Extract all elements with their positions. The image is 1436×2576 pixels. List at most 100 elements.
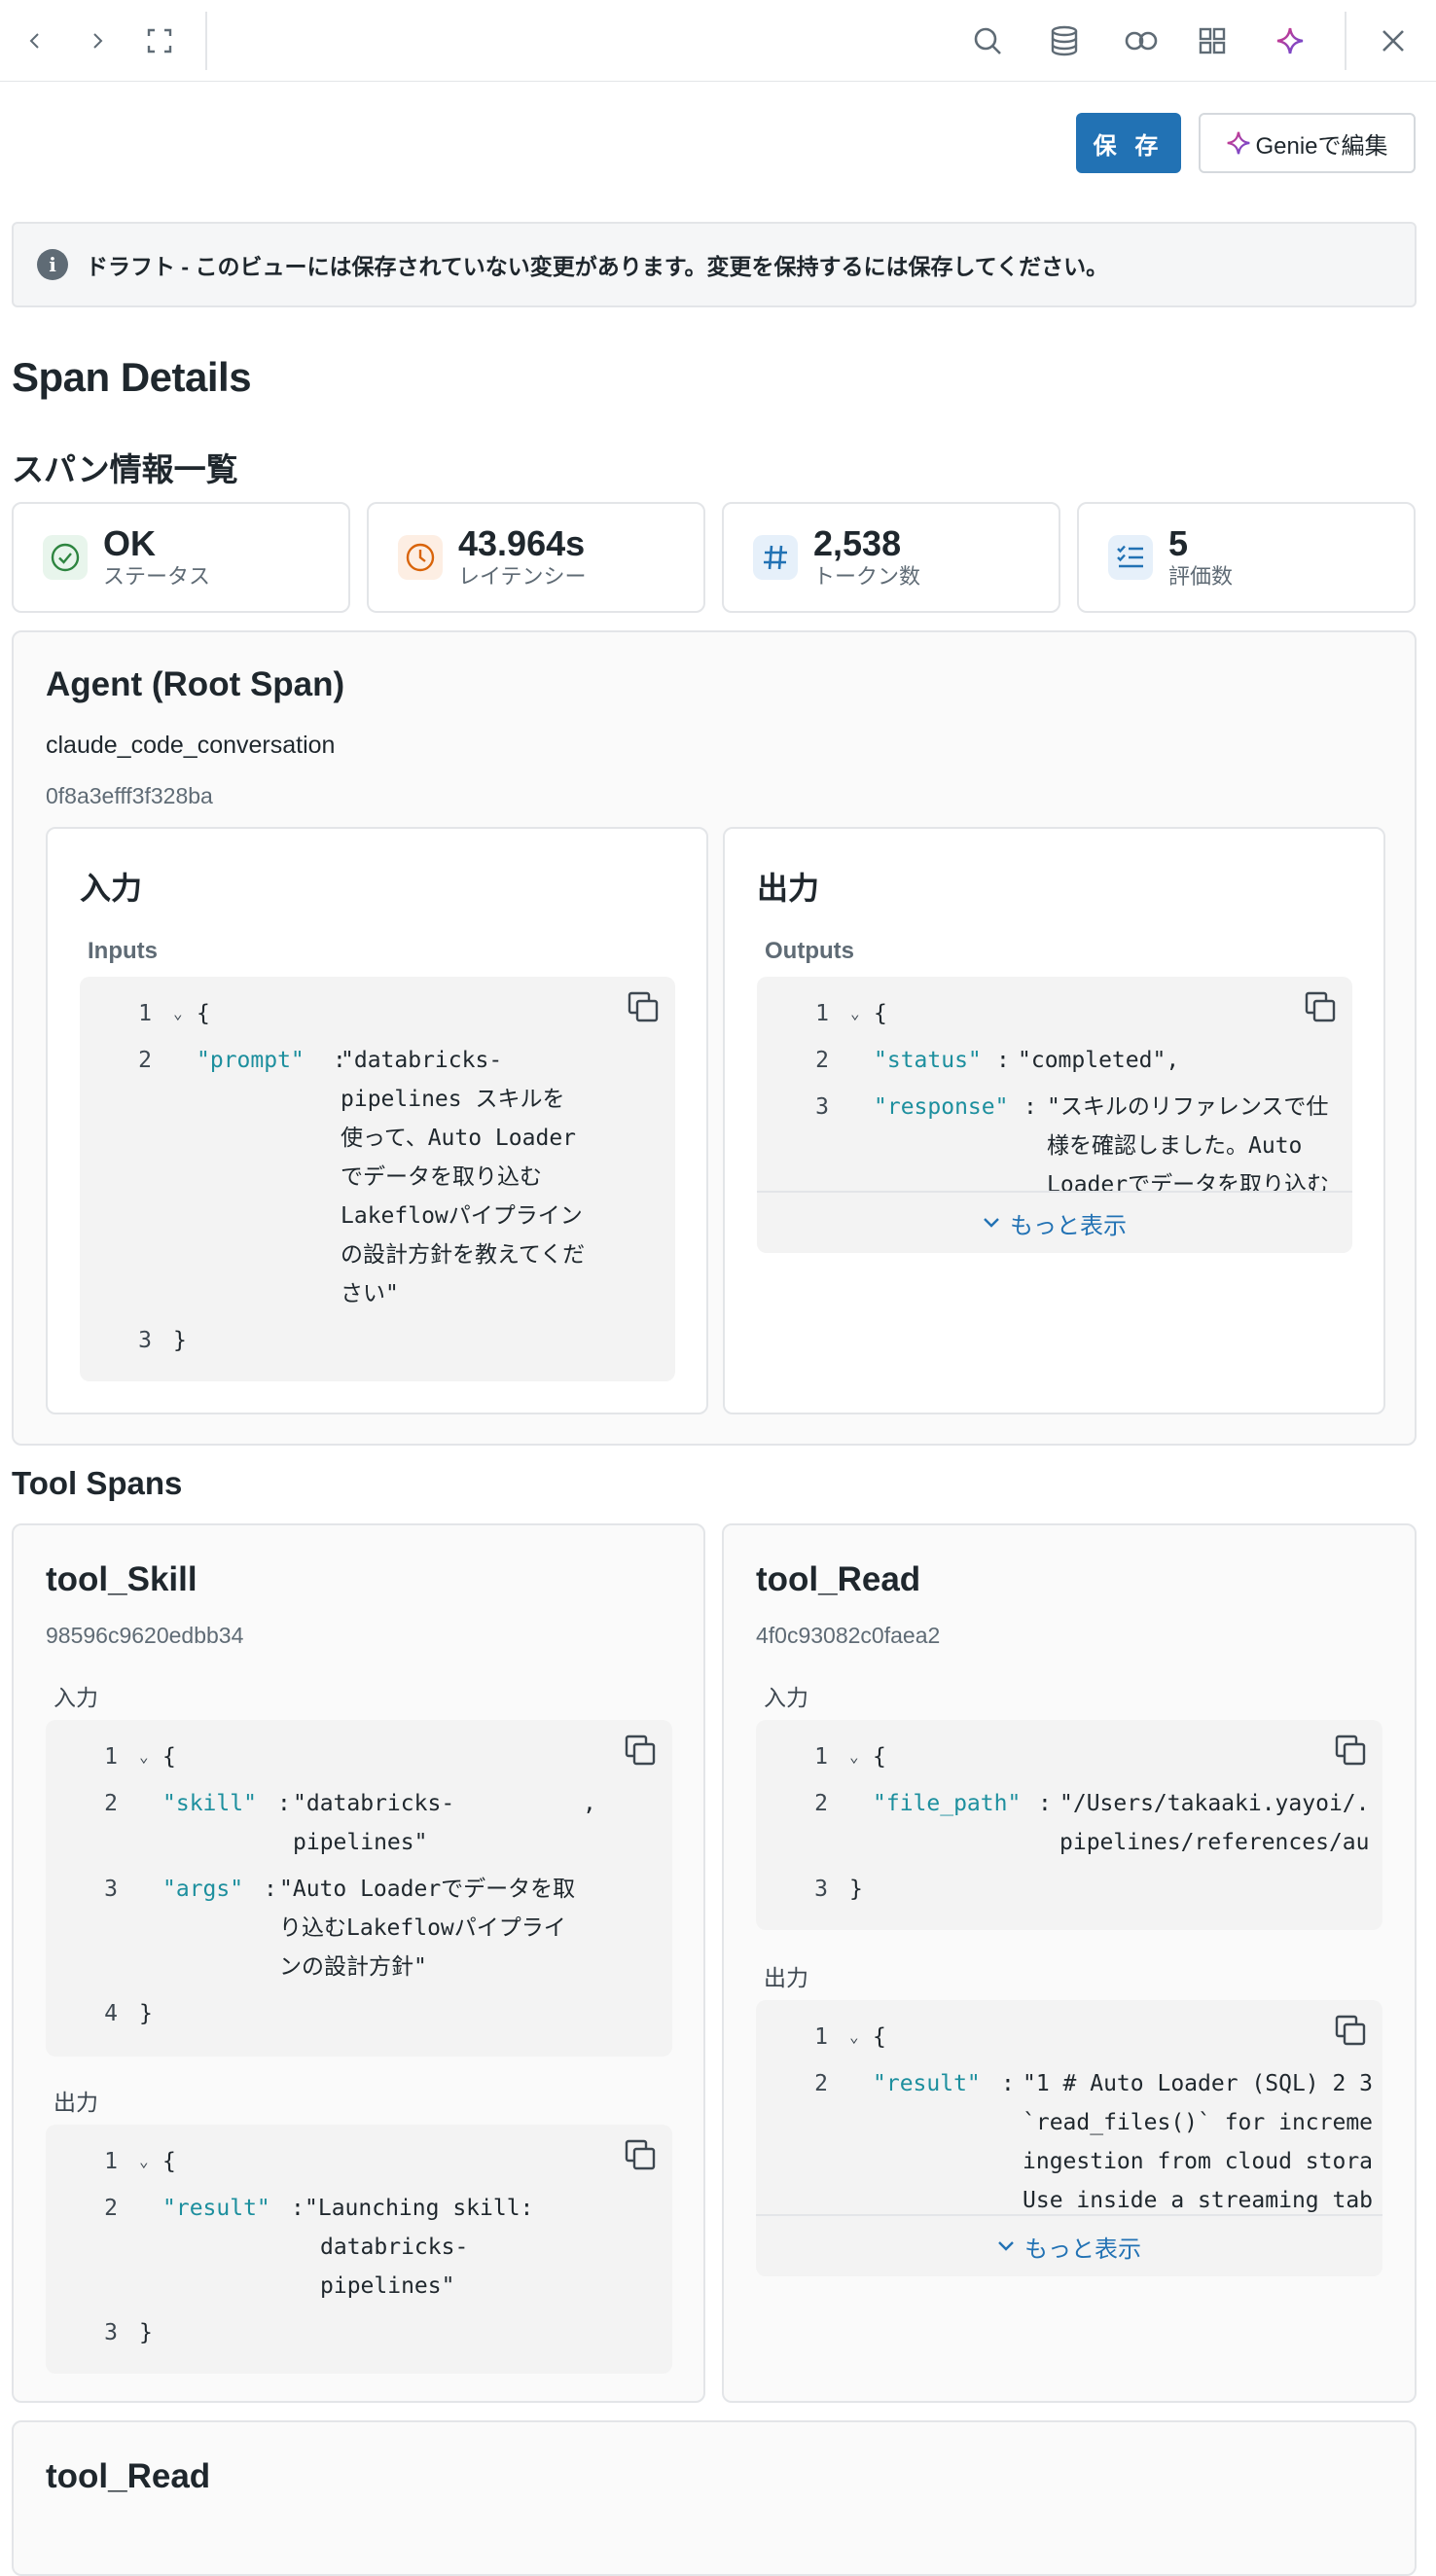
- stat-label: トークン数: [813, 564, 921, 589]
- stat-card-tokens: 2,538 トークン数: [722, 502, 1060, 613]
- chevron-down-icon[interactable]: ⌄: [173, 994, 183, 1033]
- tool-span-id: 4f0c93082c0faea2: [756, 1623, 941, 1648]
- chevron-down-icon: [998, 2241, 1014, 2251]
- line-number: 1: [815, 1001, 829, 1026]
- code-value: でデータを取り込む: [341, 1164, 542, 1190]
- tool-span-card: tool_Read: [12, 2420, 1417, 2576]
- code-block[interactable]: 1 ⌄{ 2 "prompt": "databricks- pipelines スキ…: [80, 977, 675, 1381]
- expand-icon[interactable]: [132, 14, 187, 68]
- code-colon: :: [277, 1791, 291, 1816]
- sparkle-icon[interactable]: [1263, 14, 1317, 68]
- code-block[interactable]: 1 ⌄ { 2 "result": "Launching skill: databri…: [46, 2125, 672, 2374]
- code-block[interactable]: 1 ⌄{ 2 "status": "completed", 3 "response": …: [757, 977, 1352, 1253]
- save-button-label: 保 存: [1093, 132, 1165, 160]
- code-value: "databricks-: [293, 1791, 455, 1816]
- grid-icon[interactable]: [1185, 14, 1239, 68]
- code-key: "file_path": [873, 1791, 1022, 1816]
- edit-with-genie-button[interactable]: Genieで編集: [1199, 113, 1416, 173]
- database-icon[interactable]: [1037, 14, 1092, 68]
- line-number: 2: [814, 1791, 828, 1816]
- chevron-down-icon[interactable]: ⌄: [139, 2142, 149, 2181]
- tool-span-output-label: 出力: [764, 1965, 808, 1990]
- code-value: pipelines/references/au: [1059, 1830, 1370, 1855]
- code-value: ンの設計方針": [279, 1954, 427, 1980]
- copy-icon[interactable]: [624, 2138, 657, 2171]
- root-span-name: claude_code_conversation: [46, 732, 336, 759]
- chevron-down-icon[interactable]: ⌄: [849, 1737, 859, 1776]
- copy-icon[interactable]: [624, 1734, 657, 1767]
- line-number: 4: [104, 2001, 118, 2026]
- code-key: "skill": [162, 1791, 257, 1816]
- line-number: 1: [104, 2149, 118, 2174]
- code-text: {: [162, 1744, 176, 1770]
- root-output-title: 出力: [757, 871, 820, 906]
- chevron-down-icon[interactable]: ⌄: [139, 1737, 149, 1776]
- root-input-title: 入力: [80, 871, 143, 906]
- line-number: 1: [814, 2024, 828, 2050]
- line-number: 1: [104, 1744, 118, 1770]
- chevron-right-icon[interactable]: [70, 14, 125, 68]
- tool-span-id: 98596c9620edbb34: [46, 1623, 244, 1648]
- toolbar-divider: [205, 12, 207, 70]
- code-text: {: [162, 2149, 176, 2174]
- code-colon: :: [996, 1048, 1010, 1073]
- stat-label: ステータス: [103, 564, 211, 589]
- search-icon[interactable]: [960, 14, 1015, 68]
- code-colon: :: [264, 1877, 277, 1902]
- top-toolbar: [0, 0, 1436, 82]
- code-value: pipelines": [320, 2273, 455, 2299]
- code-colon: :: [1023, 1094, 1037, 1120]
- root-output-label: Outputs: [765, 938, 854, 964]
- show-more-button[interactable]: もっと表示: [757, 1191, 1352, 1253]
- code-block[interactable]: 1 ⌄{ 2 "skill": "databricks- , pipelines" …: [46, 1720, 672, 2057]
- line-number: 2: [815, 1048, 829, 1073]
- stat-card-latency: 43.964s レイテンシー: [367, 502, 705, 613]
- code-value: "スキルのリファレンスで仕: [1047, 1094, 1329, 1120]
- chevron-down-icon[interactable]: ⌄: [849, 2018, 859, 2057]
- info-icon: i: [37, 249, 68, 280]
- code-key: "result": [873, 2071, 981, 2096]
- root-input-label: Inputs: [88, 938, 158, 964]
- code-text: {: [873, 1744, 886, 1770]
- clock-icon: [398, 535, 443, 580]
- copy-icon[interactable]: [1304, 990, 1337, 1023]
- code-text: ,: [583, 1791, 596, 1816]
- code-colon: :: [1038, 1791, 1052, 1816]
- show-more-label: もっと表示: [1010, 1212, 1127, 1239]
- summary-heading: スパン情報一覧: [12, 451, 238, 487]
- root-input-panel: 入力 Inputs 1 ⌄{ 2 "prompt": "databricks- pi…: [46, 827, 708, 1414]
- code-block[interactable]: 1 ⌄ { 2 "file_path": "/Users/takaaki.yayoi/…: [756, 1720, 1382, 1930]
- copy-icon[interactable]: [1334, 1734, 1367, 1767]
- code-value: "1 # Auto Loader (SQL) 2 3: [1023, 2071, 1374, 2096]
- code-key: "args": [162, 1877, 244, 1902]
- chevron-down-icon[interactable]: ⌄: [850, 994, 860, 1033]
- code-text: {: [197, 1001, 210, 1026]
- line-number: 2: [138, 1048, 152, 1073]
- root-span-title: Agent (Root Span): [46, 665, 345, 703]
- code-value: "Auto Loaderでデータを取: [279, 1877, 576, 1902]
- code-text: }: [173, 1328, 187, 1353]
- close-icon[interactable]: [1366, 14, 1420, 68]
- code-value: pipelines": [293, 1830, 428, 1855]
- code-block[interactable]: 1 ⌄ { 2 "result": "1 # Auto Loader (SQL) 2 …: [756, 2000, 1382, 2276]
- copy-icon[interactable]: [1334, 2014, 1367, 2047]
- show-more-button[interactable]: もっと表示: [756, 2214, 1382, 2276]
- draft-banner-text: ドラフト - このビューには保存されていない変更があります。変更を保持するには保…: [86, 254, 1109, 279]
- stat-value: 43.964s: [458, 523, 586, 563]
- link-icon[interactable]: [1114, 14, 1168, 68]
- tool-span-title: tool_Skill: [46, 1560, 197, 1598]
- line-number: 2: [104, 2196, 118, 2221]
- line-number: 3: [138, 1328, 152, 1353]
- copy-icon[interactable]: [627, 990, 660, 1023]
- line-number: 1: [814, 1744, 828, 1770]
- chevron-down-icon: [984, 1218, 999, 1228]
- tool-span-input-label: 入力: [54, 1685, 98, 1710]
- code-text: }: [139, 2320, 153, 2345]
- code-value: 使って、Auto Loader: [341, 1126, 577, 1151]
- tool-span-output-label: 出力: [54, 2090, 98, 2115]
- code-text: }: [139, 2001, 153, 2026]
- stat-label: 評価数: [1168, 564, 1234, 589]
- code-value: pipelines スキルを: [341, 1087, 565, 1112]
- chevron-left-icon[interactable]: [8, 14, 62, 68]
- save-button[interactable]: 保 存: [1076, 113, 1181, 173]
